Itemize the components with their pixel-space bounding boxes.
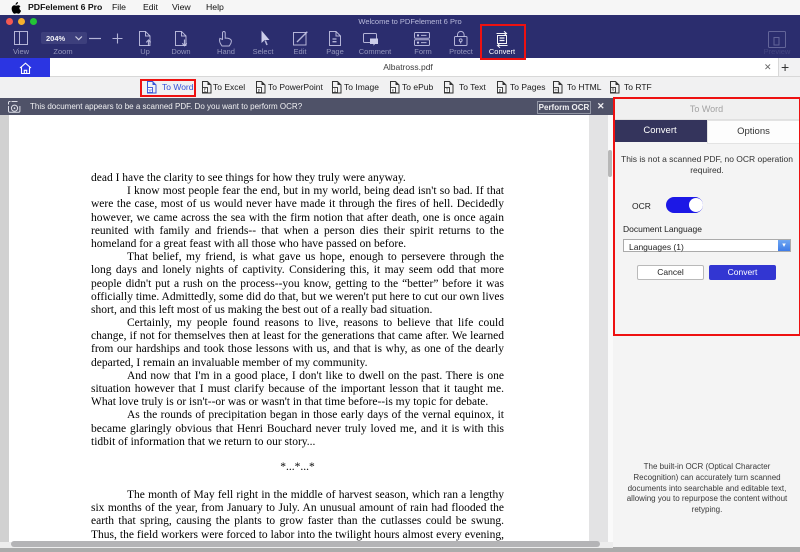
svg-text:R: R <box>611 88 614 93</box>
svg-text:H: H <box>554 88 557 93</box>
svg-text:E: E <box>204 88 207 93</box>
svg-text:T: T <box>446 88 449 93</box>
